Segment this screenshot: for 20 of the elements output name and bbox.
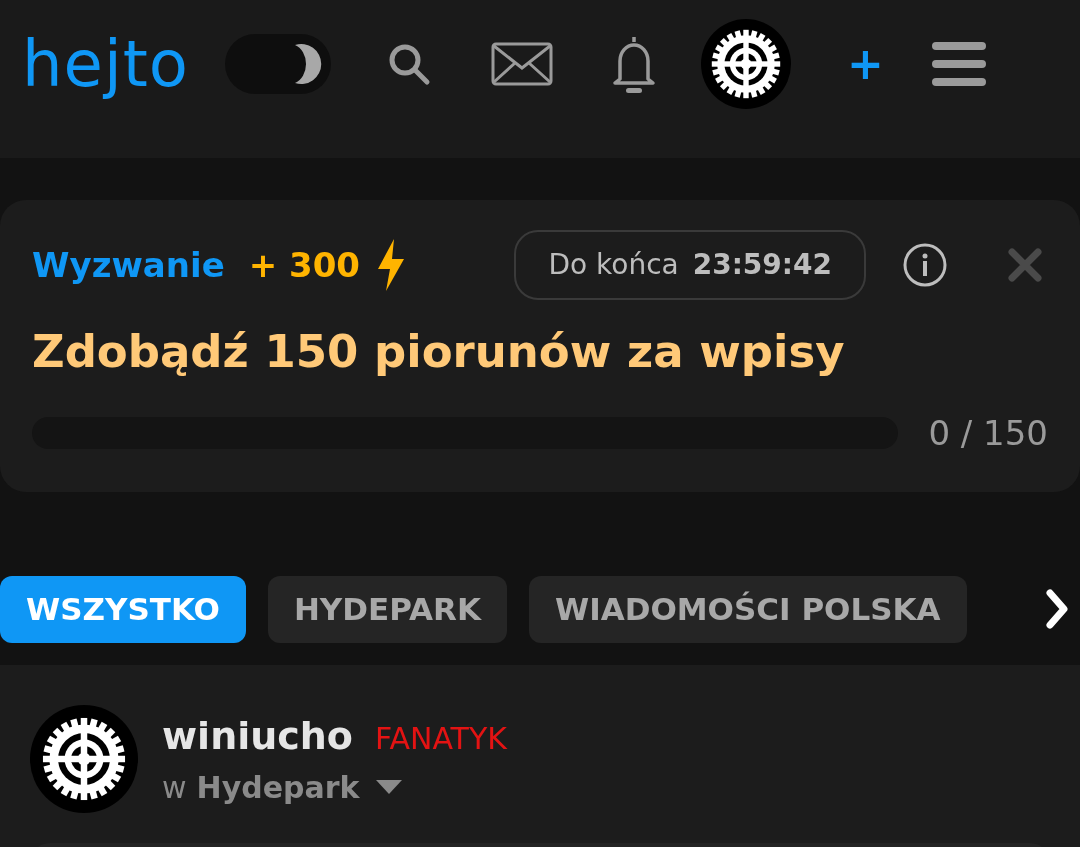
category-tab[interactable]: WSZYSTKO: [0, 576, 246, 643]
community-link[interactable]: Hydepark: [196, 764, 360, 810]
author-avatar-icon[interactable]: [30, 704, 138, 813]
envelope-icon[interactable]: [490, 42, 553, 86]
challenge-title: Zdobądź 150 piorunów za wpisy: [32, 324, 846, 380]
info-icon[interactable]: [902, 242, 948, 288]
category-tab[interactable]: HYDEPARK: [267, 576, 507, 643]
caret-down-icon[interactable]: [375, 780, 402, 794]
add-button[interactable]: +: [846, 42, 884, 86]
lightning-icon: [376, 239, 407, 291]
reward-points: + 300: [248, 243, 361, 287]
progress-count: 0 / 150: [928, 411, 1048, 455]
category-tab[interactable]: WIADOMOŚCI POLSKA: [528, 576, 967, 643]
menu-icon[interactable]: [931, 40, 986, 88]
countdown-badge: Do końca 23:59:42: [514, 230, 866, 300]
in-label: w: [162, 768, 187, 807]
author-rank: FANATYK: [374, 719, 507, 758]
avatar-icon[interactable]: [700, 19, 791, 109]
author-name[interactable]: winiucho: [162, 707, 353, 765]
challenge-label: Wyzwanie: [32, 243, 225, 287]
